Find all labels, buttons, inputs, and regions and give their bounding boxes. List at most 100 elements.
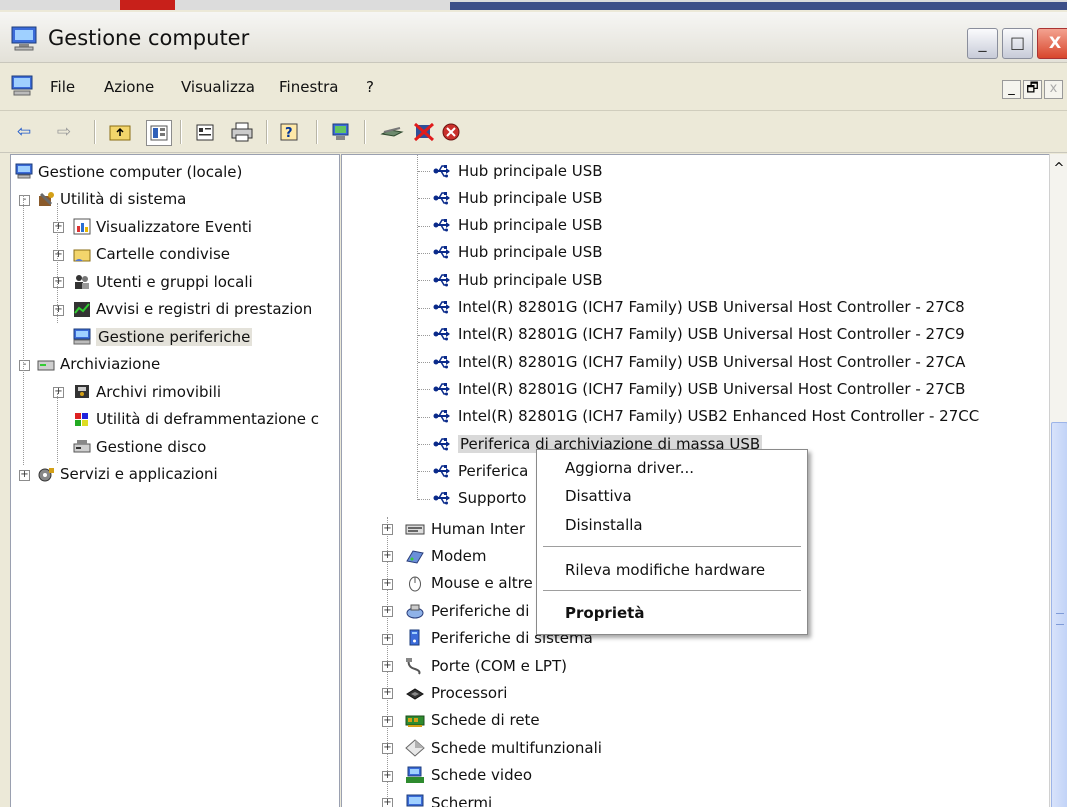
device-category[interactable]: Periferiche di	[404, 597, 529, 624]
uninstall-icon[interactable]	[440, 120, 464, 144]
print-icon[interactable]	[230, 120, 254, 144]
maximize-button[interactable]: □	[1002, 28, 1033, 59]
close-button[interactable]: X	[1037, 28, 1067, 59]
scan-hardware-icon[interactable]	[330, 120, 354, 144]
tree-item[interactable]: Utenti e gruppi locali	[73, 268, 253, 295]
device-category-label: Schede video	[431, 766, 532, 785]
tree-expander[interactable]: +	[382, 606, 393, 618]
tree-expander[interactable]: +	[382, 524, 393, 535]
tree-expander[interactable]: +	[382, 798, 393, 807]
device-category[interactable]: Porte (COM e LPT)	[404, 652, 567, 679]
show-tree-icon[interactable]	[146, 120, 172, 146]
toolbar: ⇦ ⇨ ?	[0, 112, 1067, 153]
device-category[interactable]: Human Inter	[404, 515, 525, 542]
tree-item[interactable]: Archivi rimovibili	[73, 378, 221, 405]
tree-item[interactable]: Avvisi e registri di prestazion	[73, 296, 312, 323]
device-category-label: Schede di rete	[431, 711, 540, 730]
device-category[interactable]: Processori	[404, 679, 507, 706]
tree-expander[interactable]: +	[53, 222, 64, 233]
menu-visualizza[interactable]: Visualizza	[181, 78, 255, 96]
tree-expander[interactable]: -	[19, 194, 30, 206]
device-item[interactable]: Intel(R) 82801G (ICH7 Family) USB Univer…	[431, 294, 965, 321]
up-folder-icon[interactable]	[108, 120, 132, 144]
context-disable[interactable]: Disattiva	[565, 487, 632, 505]
console-tree-pane[interactable]: Gestione computer (locale) Utilità di sis…	[10, 154, 340, 807]
device-item[interactable]: Supporto	[431, 485, 526, 512]
tree-item[interactable]: Archiviazione	[37, 351, 160, 378]
device-category[interactable]: Schede video	[404, 762, 532, 789]
properties-icon[interactable]	[194, 120, 218, 144]
device-item[interactable]: Intel(R) 82801G (ICH7 Family) USB2 Enhan…	[431, 403, 979, 430]
tree-expander[interactable]: +	[53, 249, 64, 261]
menu-file[interactable]: File	[50, 78, 75, 96]
help-icon[interactable]: ?	[278, 120, 302, 144]
device-item[interactable]: Intel(R) 82801G (ICH7 Family) USB Univer…	[431, 321, 965, 348]
mdi-restore-button[interactable]: 🗗	[1023, 80, 1042, 99]
context-uninstall[interactable]: Disinstalla	[565, 516, 643, 534]
svg-text:?: ?	[285, 126, 293, 141]
minimize-button[interactable]: _	[967, 28, 998, 59]
context-properties[interactable]: Proprietà	[565, 604, 644, 622]
tree-expander[interactable]: +	[382, 633, 393, 645]
forward-arrow-icon[interactable]: ⇨	[52, 120, 76, 144]
device-manager-icon	[73, 328, 91, 346]
device-item[interactable]: Hub principale USB	[431, 266, 603, 293]
tree-connector	[23, 195, 24, 465]
device-item[interactable]: Hub principale USB	[431, 157, 603, 184]
menu-help[interactable]: ?	[366, 78, 374, 96]
mdi-minimize-button[interactable]: _	[1002, 80, 1021, 99]
device-category-label: Schermi	[431, 793, 493, 807]
usb-icon	[431, 298, 453, 316]
device-category[interactable]: Schede di rete	[404, 707, 540, 734]
device-item-label: Intel(R) 82801G (ICH7 Family) USB Univer…	[458, 352, 966, 371]
update-driver-icon[interactable]	[380, 120, 404, 144]
back-arrow-icon[interactable]: ⇦	[12, 120, 36, 144]
device-item[interactable]: Hub principale USB	[431, 184, 603, 211]
computer-icon	[15, 163, 33, 181]
device-category[interactable]: Schede multifunzionali	[404, 734, 602, 761]
tree-item[interactable]: Gestione periferiche	[73, 323, 253, 350]
tree-connector	[418, 416, 430, 418]
disable-icon[interactable]	[412, 120, 436, 144]
tree-expander[interactable]: +	[382, 688, 393, 700]
tree-item[interactable]: Gestione computer (locale)	[15, 158, 242, 185]
services-icon	[37, 465, 55, 483]
tree-item[interactable]: Utilità di deframmentazione c	[73, 406, 319, 433]
scroll-up-arrow[interactable]: ^	[1050, 154, 1067, 184]
tree-item[interactable]: Visualizzatore Eventi	[73, 213, 252, 240]
tree-expander[interactable]: +	[53, 304, 64, 316]
tree-item[interactable]: Cartelle condivise	[73, 241, 230, 268]
mdi-close-button[interactable]: x	[1044, 80, 1063, 99]
usb-icon	[431, 489, 453, 507]
menu-finestra[interactable]: Finestra	[279, 78, 339, 96]
tree-expander[interactable]: +	[19, 469, 30, 481]
device-category[interactable]: Schermi	[404, 789, 492, 807]
event-viewer-icon	[73, 218, 91, 236]
tree-item[interactable]: Servizi e applicazioni	[37, 461, 218, 488]
tree-expander[interactable]: +	[382, 578, 393, 590]
tree-expander[interactable]: +	[53, 277, 64, 288]
tree-item[interactable]: Utilità di sistema	[37, 186, 186, 213]
menu-azione[interactable]: Azione	[104, 78, 154, 96]
tree-expander[interactable]: -	[19, 359, 30, 371]
vertical-scrollbar[interactable]: ^	[1049, 154, 1067, 807]
scrollbar-thumb[interactable]	[1051, 422, 1067, 807]
device-item[interactable]: Intel(R) 82801G (ICH7 Family) USB Univer…	[431, 375, 965, 402]
tree-expander[interactable]: +	[382, 770, 393, 782]
tree-expander[interactable]: +	[382, 551, 393, 563]
tree-expander[interactable]: +	[382, 661, 393, 672]
device-item[interactable]: Hub principale USB	[431, 212, 603, 239]
tree-item[interactable]: Gestione disco	[73, 433, 206, 460]
context-scan-hardware[interactable]: Rileva modifiche hardware	[565, 561, 765, 579]
device-item[interactable]: Hub principale USB	[431, 239, 603, 266]
device-item[interactable]: Periferica	[431, 457, 528, 484]
device-category[interactable]: Modem	[404, 542, 486, 569]
device-category[interactable]: Mouse e altre	[404, 570, 533, 597]
device-item[interactable]: Intel(R) 82801G (ICH7 Family) USB Univer…	[431, 348, 965, 375]
tree-expander[interactable]: +	[53, 387, 64, 398]
tree-expander[interactable]: +	[382, 743, 393, 755]
context-update-driver[interactable]: Aggiorna driver...	[565, 459, 694, 477]
computer-management-icon	[10, 25, 38, 55]
tree-expander[interactable]: +	[382, 715, 393, 727]
title-bar[interactable]: Gestione computer _ □ X	[0, 12, 1067, 63]
